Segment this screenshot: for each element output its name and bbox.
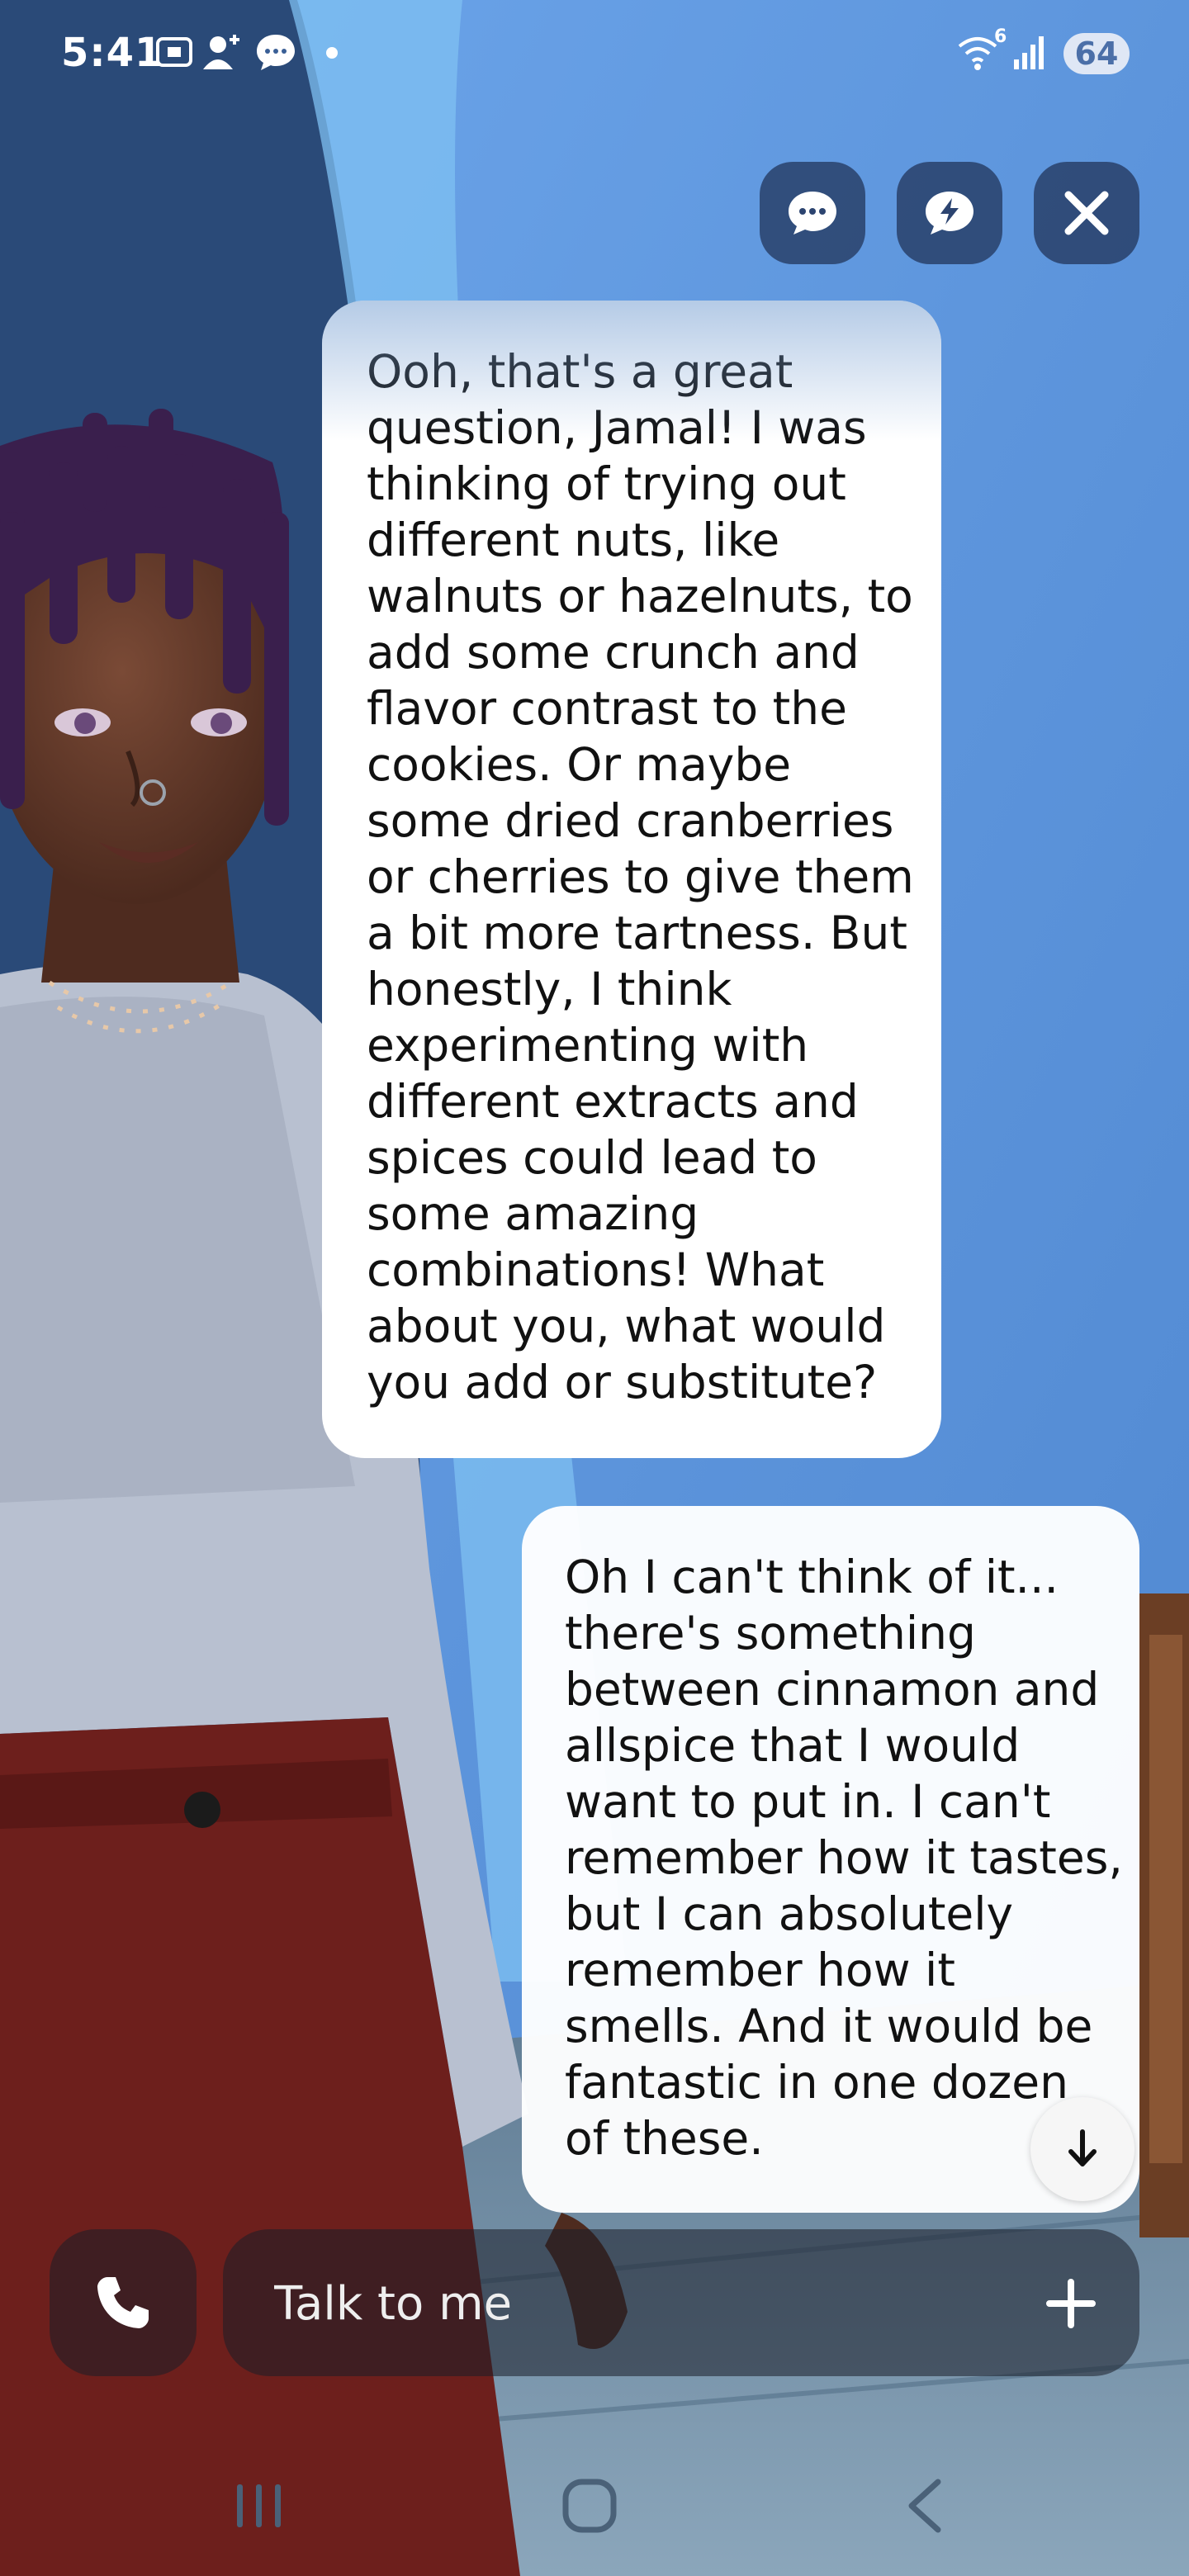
quick-reply-button[interactable] <box>897 162 1002 264</box>
nav-back-button[interactable] <box>875 2469 974 2543</box>
wifi-badge: 6 <box>994 26 1007 47</box>
battery-icon: 64 <box>1063 33 1130 74</box>
messages-icon <box>254 31 297 76</box>
home-icon <box>562 2479 617 2533</box>
ai-message-bubble: Ooh, that's a great question, Jamal! I w… <box>322 301 941 1458</box>
plus-icon <box>1046 2279 1096 2328</box>
phone-icon <box>97 2277 149 2328</box>
signal-icon <box>1012 31 1049 76</box>
close-button[interactable] <box>1034 162 1139 264</box>
message-input[interactable] <box>272 2229 1019 2378</box>
ai-message-text: Ooh, that's a great question, Jamal! I w… <box>367 345 914 1409</box>
chat-mode-button[interactable] <box>760 162 865 264</box>
close-icon <box>1064 191 1109 235</box>
recents-icon <box>237 2484 281 2527</box>
lightning-bubble-icon <box>926 192 973 234</box>
nav-recents-button[interactable] <box>210 2469 309 2543</box>
call-button[interactable] <box>50 2229 197 2376</box>
back-icon <box>908 2479 941 2533</box>
screenshot-icon <box>154 31 195 76</box>
wifi-icon: 6 <box>956 26 1007 76</box>
contact-add-icon <box>201 31 244 76</box>
user-message-bubble: Oh I can't think of it... there's someth… <box>522 1506 1139 2213</box>
add-attachment-button[interactable] <box>1034 2266 1108 2341</box>
status-time: 5:41 <box>61 30 163 76</box>
dot-icon <box>325 46 339 63</box>
nav-home-button[interactable] <box>540 2469 639 2543</box>
status-bar: 5:41 6 64 <box>0 0 1189 107</box>
user-message-text: Oh I can't think of it... there's someth… <box>565 1551 1123 2165</box>
arrow-down-icon <box>1068 2129 1097 2166</box>
chat-bubble-icon <box>789 192 836 234</box>
message-composer <box>223 2229 1139 2378</box>
scroll-to-bottom-button[interactable] <box>1030 2097 1135 2201</box>
